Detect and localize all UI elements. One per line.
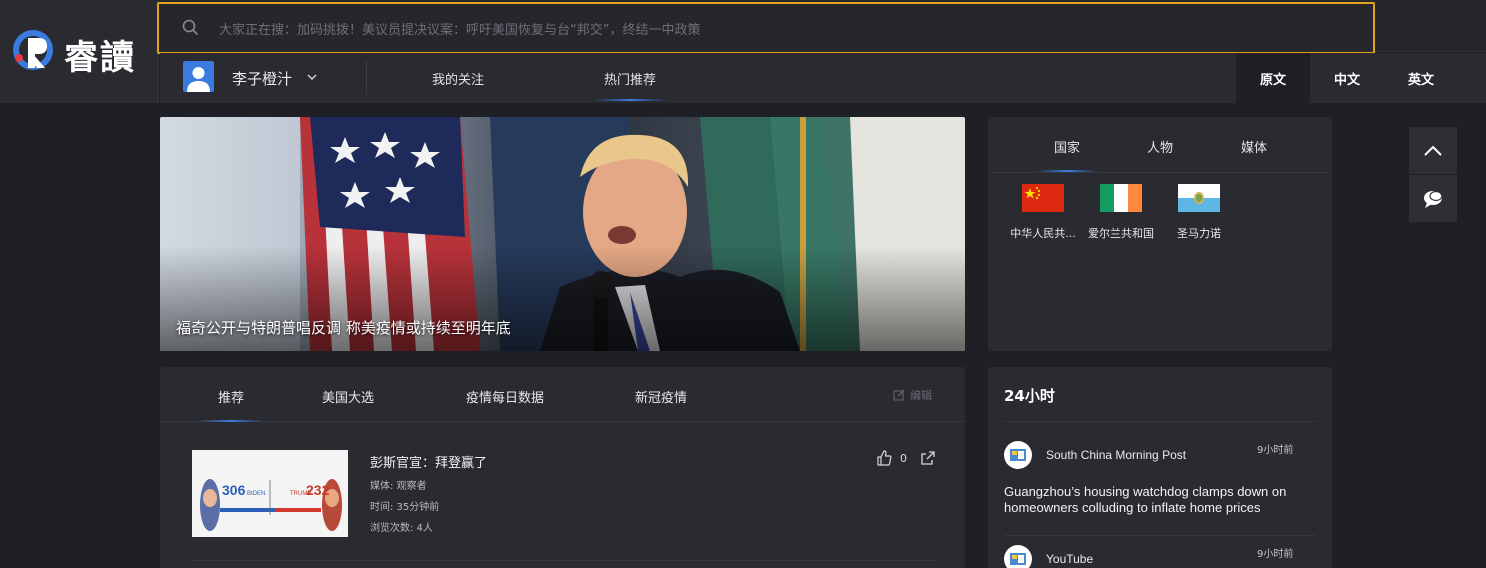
chevron-down-icon[interactable] (306, 71, 318, 83)
edit-tabs-button[interactable]: 编辑 (893, 387, 932, 403)
nav-link-following[interactable]: 我的关注 (432, 69, 484, 88)
logo-icon[interactable] (11, 28, 55, 74)
tab-us-election[interactable]: 美国大选 (322, 387, 374, 406)
news-source[interactable]: South China Morning Post (1046, 448, 1186, 462)
country-name: 中华人民共... (1010, 227, 1076, 240)
floating-toolbar (1409, 127, 1457, 222)
biden-number: 306 (222, 482, 246, 498)
country-item[interactable]: 圣马力诺 (1157, 184, 1241, 241)
article-title[interactable]: 彭斯官宣：拜登赢了 (370, 452, 487, 471)
logo-area: 睿讀 (0, 0, 159, 103)
country-item[interactable]: 中华人民共... (1001, 184, 1085, 241)
ireland-flag-icon (1100, 184, 1142, 212)
avatar[interactable] (183, 61, 214, 92)
china-flag-icon (1022, 184, 1064, 212)
country-name: 爱尔兰共和国 (1088, 227, 1154, 240)
hero-image (160, 117, 965, 351)
tab-recommended[interactable]: 推荐 (197, 387, 265, 422)
article-time: 时间: 35分钟前 (370, 502, 440, 513)
hero-caption[interactable]: 福奇公开与特朗普唱反调 称美疫情或持续至明年底 (176, 317, 511, 338)
back-to-top-button[interactable] (1409, 127, 1457, 174)
news-item-separator (1004, 535, 1316, 536)
tab-daily-epidemic-data[interactable]: 疫情每日数据 (466, 387, 544, 406)
trump-number: 232 (306, 482, 330, 498)
chat-icon (1424, 190, 1443, 208)
search-placeholder: 大家正在搜：加码挑拨！美议员提决议案：呼吁美国恢复与台“邦交”，终结一中政策 (219, 23, 701, 38)
news-time: 9小时前 (1257, 445, 1294, 456)
user-name[interactable]: 李子橙汁 (232, 68, 292, 89)
feedback-button[interactable] (1409, 175, 1457, 222)
source-logo (1004, 545, 1032, 568)
entity-panel: 国家 人物 媒体 中华人民共... 爱尔兰共和国 圣马力诺 (988, 117, 1332, 351)
avatar-icon (187, 67, 210, 92)
biden-label: BIDEN (247, 491, 265, 497)
news-24h-panel: 24小时 South China Morning Post 9小时前 Guang… (988, 367, 1332, 568)
edit-label: 编辑 (910, 389, 932, 402)
feed-panel: 推荐 美国大选 疫情每日数据 新冠疫情 编辑 306 BIDEN TRUMP 2… (160, 367, 965, 568)
election-result-image: 306 BIDEN TRUMP 232 (192, 450, 348, 537)
hero-banner[interactable]: 福奇公开与特朗普唱反调 称美疫情或持续至明年底 (160, 117, 965, 351)
lang-tab-chinese[interactable]: 中文 (1310, 53, 1384, 103)
youtube-logo-icon (1010, 553, 1026, 565)
article-views: 浏览次数: 4人 (370, 523, 433, 534)
san-marino-flag-icon (1178, 184, 1220, 212)
source-logo (1004, 441, 1032, 469)
scmp-logo-icon (1010, 449, 1026, 461)
article-separator (192, 560, 937, 561)
article-thumbnail[interactable]: 306 BIDEN TRUMP 232 (192, 450, 348, 537)
tab-media[interactable]: 媒体 (1241, 137, 1267, 156)
nav-divider (366, 61, 367, 95)
like-count: 0 (900, 451, 907, 465)
article-item[interactable]: 306 BIDEN TRUMP 232 彭斯官宣：拜登赢了 媒体: 观察者 时间… (192, 450, 937, 540)
search-icon[interactable] (181, 18, 201, 38)
tab-covid[interactable]: 新冠疫情 (635, 387, 687, 406)
edit-icon (893, 389, 905, 401)
tab-countries[interactable]: 国家 (1035, 137, 1099, 172)
entity-tabs: 国家 人物 媒体 (988, 117, 1332, 173)
chevron-up-icon (1424, 145, 1442, 156)
brand-name[interactable]: 睿讀 (64, 30, 136, 79)
like-button[interactable]: 0 (876, 450, 907, 466)
tab-people[interactable]: 人物 (1147, 137, 1173, 156)
country-name: 圣马力诺 (1177, 227, 1221, 240)
navbar: 李子橙汁 我的关注 热门推荐 原文 中文 英文 (160, 53, 1486, 103)
country-item[interactable]: 爱尔兰共和国 (1079, 184, 1163, 241)
nav-link-trending[interactable]: 热门推荐 (593, 69, 667, 101)
search-input[interactable]: 大家正在搜：加码挑拨！美议员提决议案：呼吁美国恢复与台“邦交”，终结一中政策 (157, 2, 1375, 54)
share-icon[interactable] (920, 450, 936, 466)
news-source[interactable]: YouTube (1046, 552, 1093, 566)
news-24h-title: 24小时 (1004, 387, 1055, 405)
lang-tab-english[interactable]: 英文 (1384, 53, 1458, 103)
news-24h-separator (1004, 421, 1316, 422)
thumbs-up-icon (877, 450, 892, 466)
news-headline[interactable]: Guangzhou’s housing watchdog clamps down… (1004, 484, 1316, 516)
news-item[interactable]: South China Morning Post 9小时前 Guangzhou’… (1004, 441, 1316, 521)
feed-tabs: 推荐 美国大选 疫情每日数据 新冠疫情 编辑 (160, 367, 965, 422)
news-item[interactable]: YouTube 9小时前 (1004, 545, 1316, 568)
article-media: 媒体: 观察者 (370, 481, 427, 492)
news-time: 9小时前 (1257, 549, 1294, 560)
lang-tab-original[interactable]: 原文 (1236, 53, 1310, 103)
